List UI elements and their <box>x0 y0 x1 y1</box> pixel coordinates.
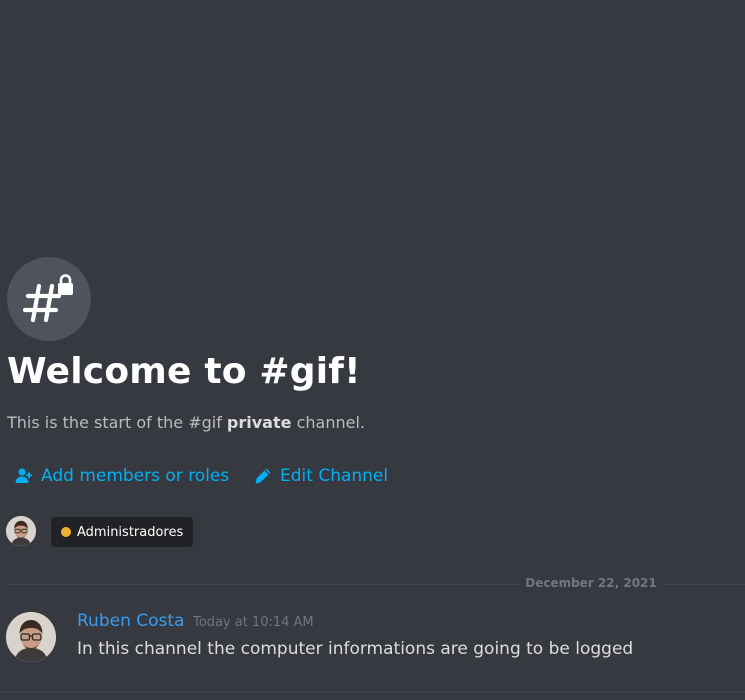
add-members-label: Add members or roles <box>41 466 230 486</box>
date-divider-line-right <box>662 584 745 585</box>
avatar-image <box>6 612 56 662</box>
date-divider-label: December 22, 2021 <box>525 576 657 590</box>
welcome-subtitle-private: private <box>226 413 292 432</box>
welcome-subtitle-prefix: This is the start of the #gif <box>7 413 227 432</box>
edit-channel-button[interactable]: Edit Channel <box>254 462 388 490</box>
welcome-subtitle-suffix: channel. <box>291 413 365 432</box>
hash-lock-icon <box>22 274 73 323</box>
add-members-button[interactable]: Add members or roles <box>15 462 229 490</box>
date-divider-line-left <box>6 584 520 585</box>
message-content: In this channel the computer information… <box>77 639 634 659</box>
edit-channel-label: Edit Channel <box>280 466 389 486</box>
welcome-subtitle: This is the start of the #gif private ch… <box>7 413 365 432</box>
message-timestamp: Today at 10:14 AM <box>193 615 314 630</box>
pencil-icon <box>255 468 271 484</box>
channel-icon <box>7 257 91 341</box>
role-label: Administradores <box>77 524 184 540</box>
message-author-avatar[interactable] <box>6 612 56 662</box>
add-member-icon <box>15 468 33 483</box>
message-author-name[interactable]: Ruben Costa <box>77 611 184 631</box>
member-avatar[interactable] <box>6 516 36 546</box>
avatar-image <box>6 516 36 546</box>
welcome-title: Welcome to #gif! <box>7 351 361 392</box>
role-chip-administradores[interactable]: Administradores <box>51 517 194 547</box>
role-color-dot <box>61 527 71 537</box>
